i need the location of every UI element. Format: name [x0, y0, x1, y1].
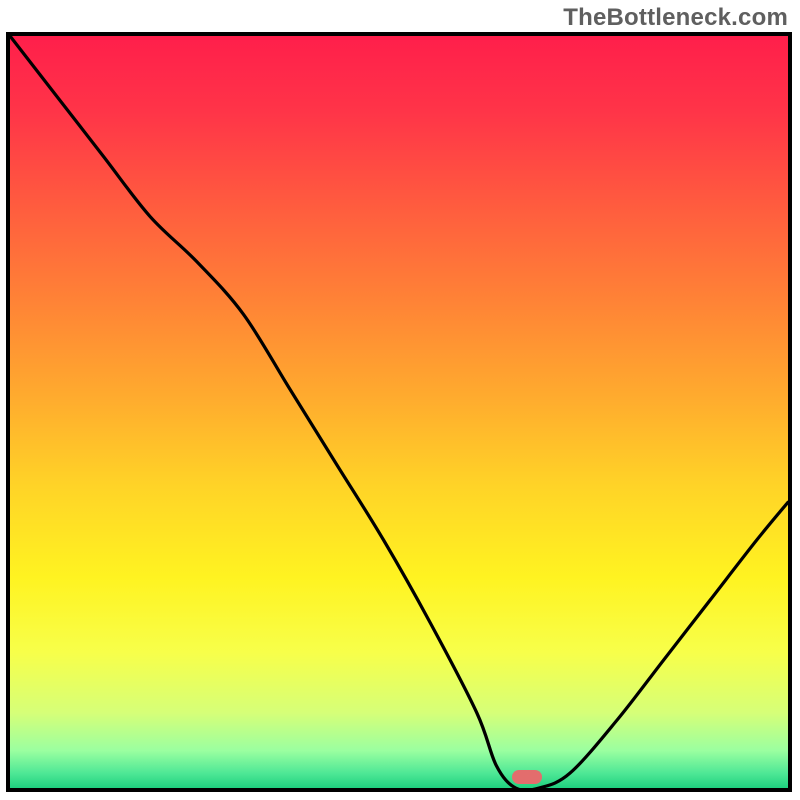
chart-area [10, 36, 788, 788]
chart-frame [6, 32, 792, 792]
bottleneck-curve [10, 36, 788, 788]
watermark-text: TheBottleneck.com [563, 4, 788, 32]
optimal-marker [512, 770, 542, 784]
